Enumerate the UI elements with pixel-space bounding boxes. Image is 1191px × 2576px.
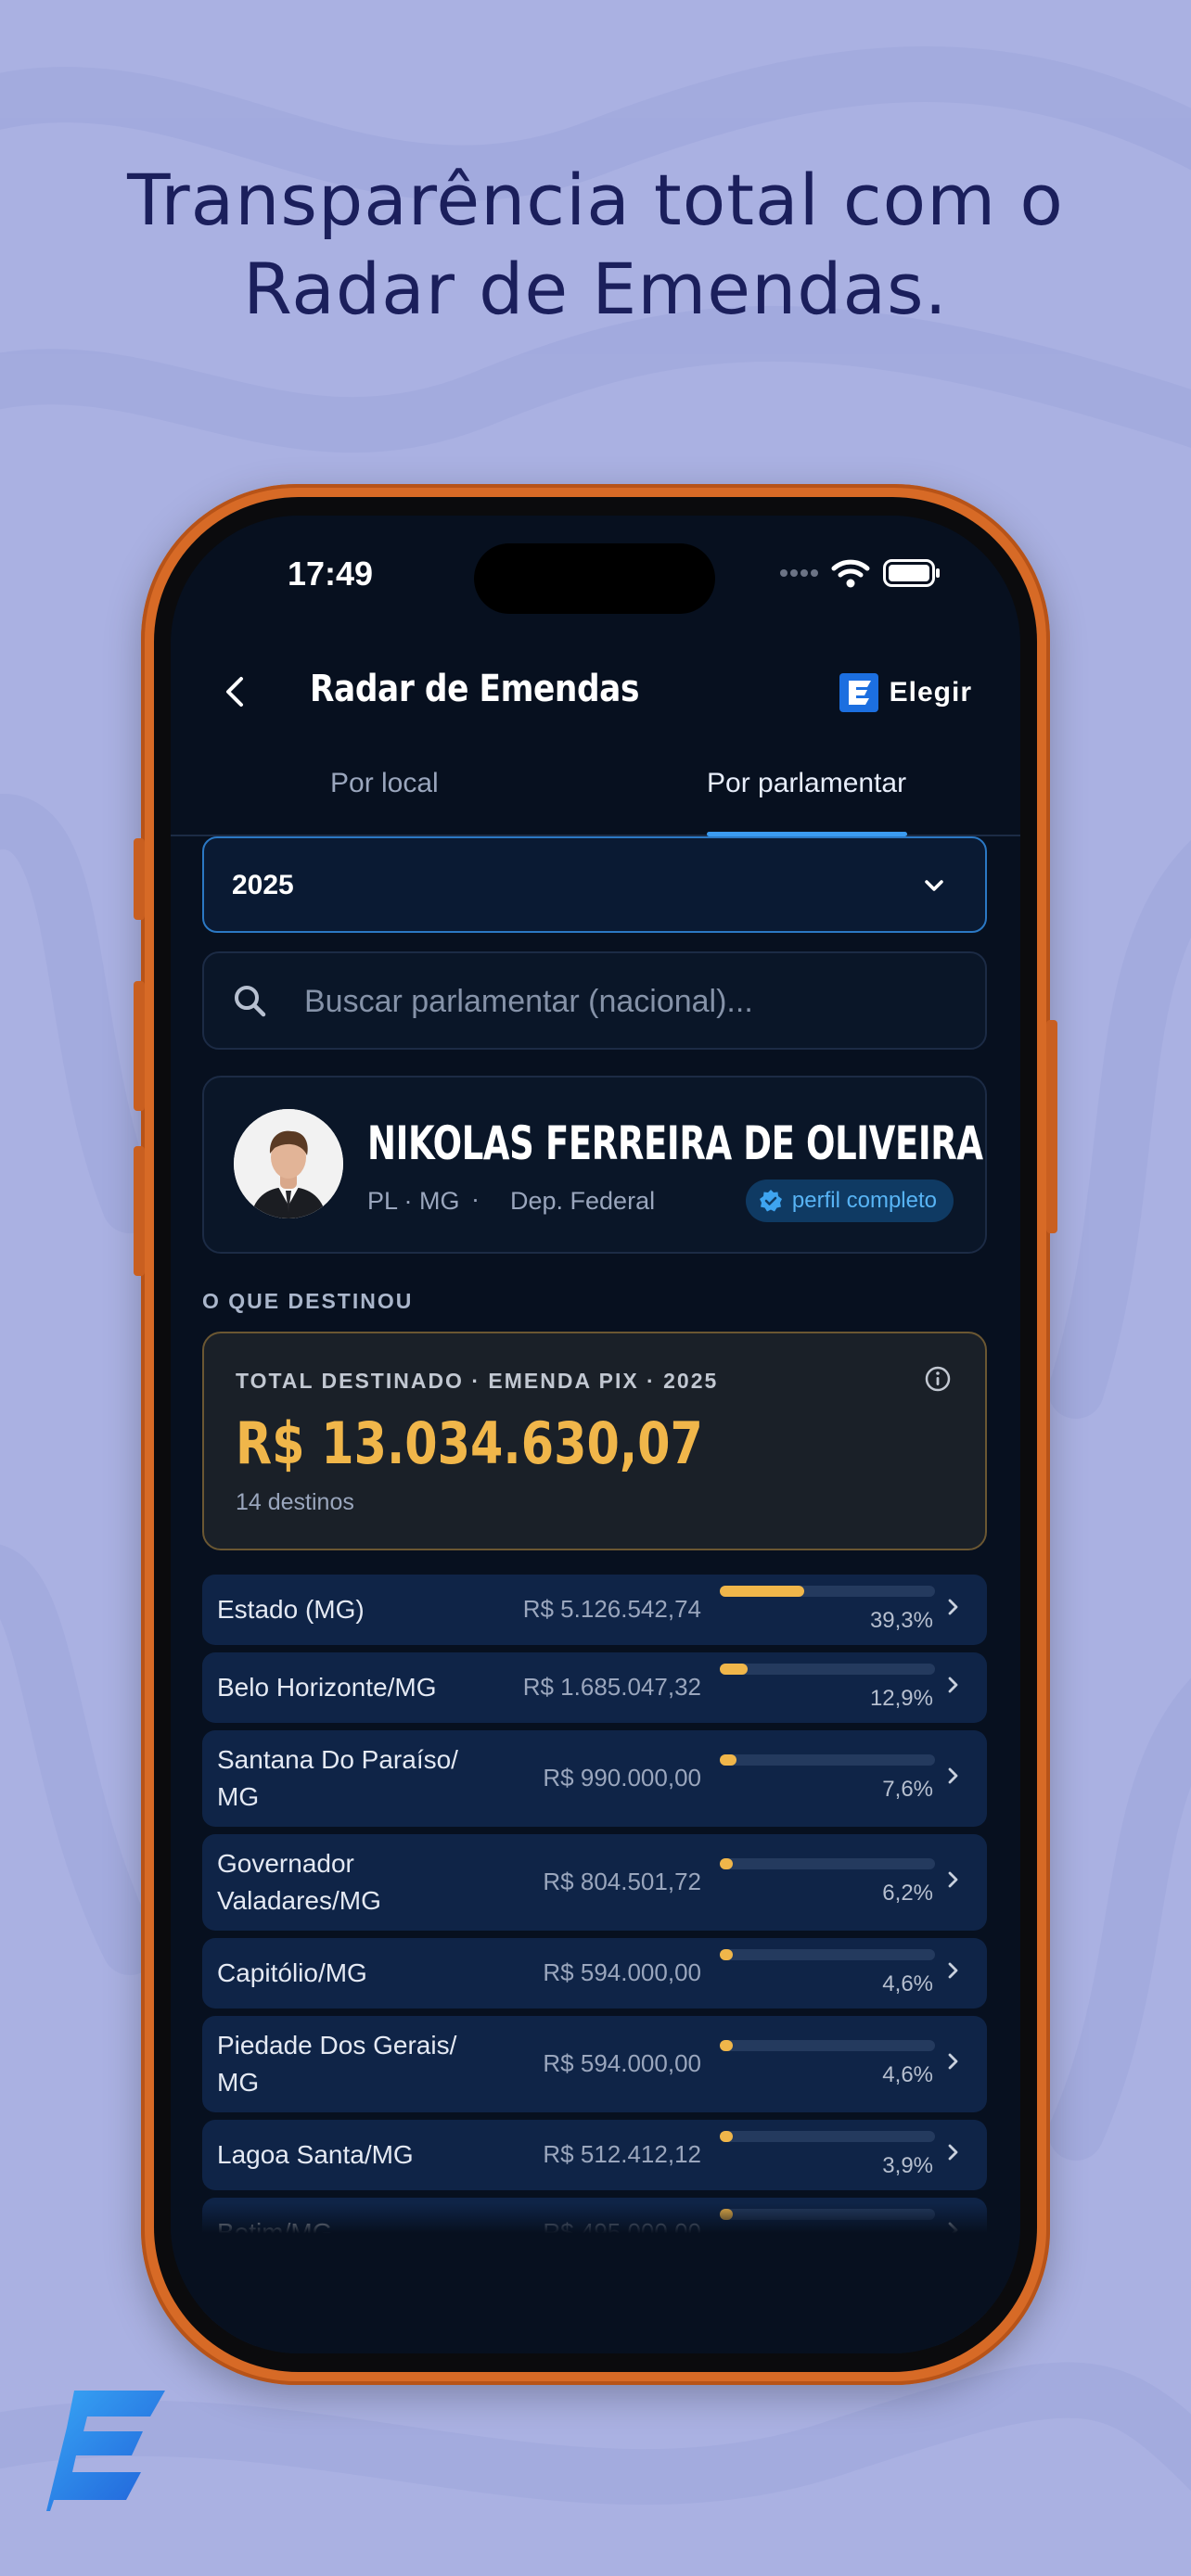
destination-name: Capitólio/MG xyxy=(217,1958,367,1987)
chevron-right-icon xyxy=(948,2053,958,2070)
search-box xyxy=(202,951,987,1050)
share-bar-track xyxy=(720,1664,935,1675)
parliamentarian-card[interactable]: NIKOLAS FERREIRA DE OLIVEIRA PL · MG · D… xyxy=(202,1076,987,1254)
verified-icon xyxy=(759,1190,782,1212)
dynamic-island xyxy=(474,543,715,614)
list-fade xyxy=(171,2203,1020,2353)
destination-percent: 3,9% xyxy=(882,2153,933,2178)
destination-name: Belo Horizonte/MG xyxy=(217,1673,437,1702)
total-label: TOTAL DESTINADO · EMENDA PIX · 2025 xyxy=(236,1369,719,1393)
brand-logo: Elegir xyxy=(839,673,972,712)
year-select[interactable]: 2025 xyxy=(202,836,987,933)
battery-icon xyxy=(883,559,940,587)
destination-amount: R$ 512.412,12 xyxy=(543,2140,701,2168)
destination-name: Estado (MG) xyxy=(217,1595,365,1624)
share-bar-fill xyxy=(720,2131,733,2142)
app-navbar: Radar de Emendas Elegir xyxy=(171,655,1020,738)
back-arrow-icon[interactable] xyxy=(213,670,258,714)
section-title: O QUE DESTINOU xyxy=(202,1289,414,1313)
badge-label: perfil completo xyxy=(791,1188,937,1213)
destination-name: Governador Valadares/MG xyxy=(217,1849,381,1915)
tab-bar: Por local Por parlamentar xyxy=(171,757,1020,836)
share-bar-track xyxy=(720,1949,935,1960)
tab-por-local[interactable]: Por local xyxy=(330,768,439,799)
destination-amount: R$ 804.501,72 xyxy=(543,1868,701,1895)
destination-percent: 12,9% xyxy=(869,1686,933,1711)
party-state: PL · MG xyxy=(367,1187,460,1215)
share-bar-fill xyxy=(720,2040,733,2051)
chevron-right-icon xyxy=(948,1767,958,1784)
wifi-icon xyxy=(831,559,870,588)
meta-separator: · xyxy=(471,1185,480,1213)
share-bar-track xyxy=(720,1858,935,1869)
destination-name: Piedade Dos Gerais/ MG xyxy=(217,2031,457,2097)
chevron-down-icon xyxy=(925,880,943,891)
share-bar-fill xyxy=(720,1858,733,1869)
destination-percent: 39,3% xyxy=(869,1608,933,1633)
status-icons xyxy=(779,558,941,588)
chevron-right-icon xyxy=(948,1962,958,1979)
phone-volume-down-button xyxy=(134,1146,145,1276)
share-bar-fill xyxy=(720,1664,748,1675)
destination-amount: R$ 594.000,00 xyxy=(543,1958,701,1986)
destination-percent: 4,6% xyxy=(882,1971,933,1996)
avatar-photo xyxy=(234,1109,343,1218)
status-time: 17:49 xyxy=(288,555,374,593)
share-bar-fill xyxy=(720,1949,733,1960)
promo-headline-line1: Transparência total com o xyxy=(127,159,1064,241)
destination-row[interactable]: Governador Valadares/MG R$ 804.501,72 6,2% xyxy=(202,1834,987,1931)
destination-percent: 6,2% xyxy=(882,1881,933,1906)
share-bar-track xyxy=(720,2131,935,2142)
destination-name: Santana Do Paraíso/ MG xyxy=(217,1745,458,1811)
share-bar-track xyxy=(720,1754,935,1766)
phone-power-button xyxy=(1046,1020,1057,1233)
elegir-logo-icon xyxy=(839,673,878,712)
destination-row[interactable]: Estado (MG) R$ 5.126.542,74 39,3% xyxy=(202,1575,987,1645)
share-bar-track xyxy=(720,1586,935,1597)
role-label: Dep. Federal xyxy=(510,1187,656,1215)
search-input[interactable] xyxy=(302,977,955,1026)
destination-row[interactable]: Belo Horizonte/MG R$ 1.685.047,32 12,9% xyxy=(202,1652,987,1723)
avatar xyxy=(234,1109,343,1218)
chevron-right-icon xyxy=(948,1871,958,1888)
destinations-count: 14 destinos xyxy=(236,1489,354,1515)
phone-volume-up-button xyxy=(134,981,145,1111)
share-bar-track xyxy=(720,2040,935,2051)
tab-por-parlamentar[interactable]: Por parlamentar xyxy=(707,768,906,799)
destination-row[interactable]: Piedade Dos Gerais/ MG R$ 594.000,00 4,6% xyxy=(202,2016,987,2112)
promo-headline-line2: Radar de Emendas. xyxy=(243,248,948,330)
status-badge: perfil completo xyxy=(745,1180,954,1222)
destination-percent: 4,6% xyxy=(882,2062,933,2087)
chevron-right-icon xyxy=(948,1677,958,1693)
search-icon xyxy=(235,986,266,1017)
destination-row[interactable]: Capitólio/MG R$ 594.000,00 4,6% xyxy=(202,1938,987,2009)
destination-row[interactable]: Santana Do Paraíso/ MG R$ 990.000,00 7,6% xyxy=(202,1730,987,1827)
destination-amount: R$ 5.126.542,74 xyxy=(522,1595,701,1623)
phone-action-button xyxy=(134,838,145,920)
page-title: Radar de Emendas xyxy=(310,668,640,710)
promo-headline: Transparência total com o Radar de Emend… xyxy=(0,156,1191,334)
signal-icon xyxy=(780,569,818,577)
destination-name: Lagoa Santa/MG xyxy=(217,2140,414,2169)
share-bar-fill xyxy=(720,1586,804,1597)
share-bar-fill xyxy=(720,1754,736,1766)
chevron-right-icon xyxy=(948,2144,958,2161)
info-icon[interactable] xyxy=(924,1365,952,1393)
parliamentarian-name: NIKOLAS FERREIRA DE OLIVEIRA xyxy=(367,1116,983,1170)
chevron-right-icon xyxy=(948,1599,958,1615)
destination-amount: R$ 1.685.047,32 xyxy=(522,1673,701,1701)
total-amount: R$ 13.034.630,07 xyxy=(236,1409,703,1477)
brand-label: Elegir xyxy=(889,677,972,708)
destination-row[interactable]: Lagoa Santa/MG R$ 512.412,12 3,9% xyxy=(202,2120,987,2190)
total-card: TOTAL DESTINADO · EMENDA PIX · 2025 R$ 1… xyxy=(202,1332,987,1550)
year-select-value: 2025 xyxy=(232,870,294,900)
destination-percent: 7,6% xyxy=(882,1777,933,1802)
elegir-corner-logo-icon xyxy=(46,2391,165,2511)
destination-amount: R$ 990.000,00 xyxy=(543,1764,701,1792)
app-screen: 17:49 Radar de Emendas Elegir Por local … xyxy=(171,516,1020,2353)
destination-amount: R$ 594.000,00 xyxy=(543,2049,701,2077)
